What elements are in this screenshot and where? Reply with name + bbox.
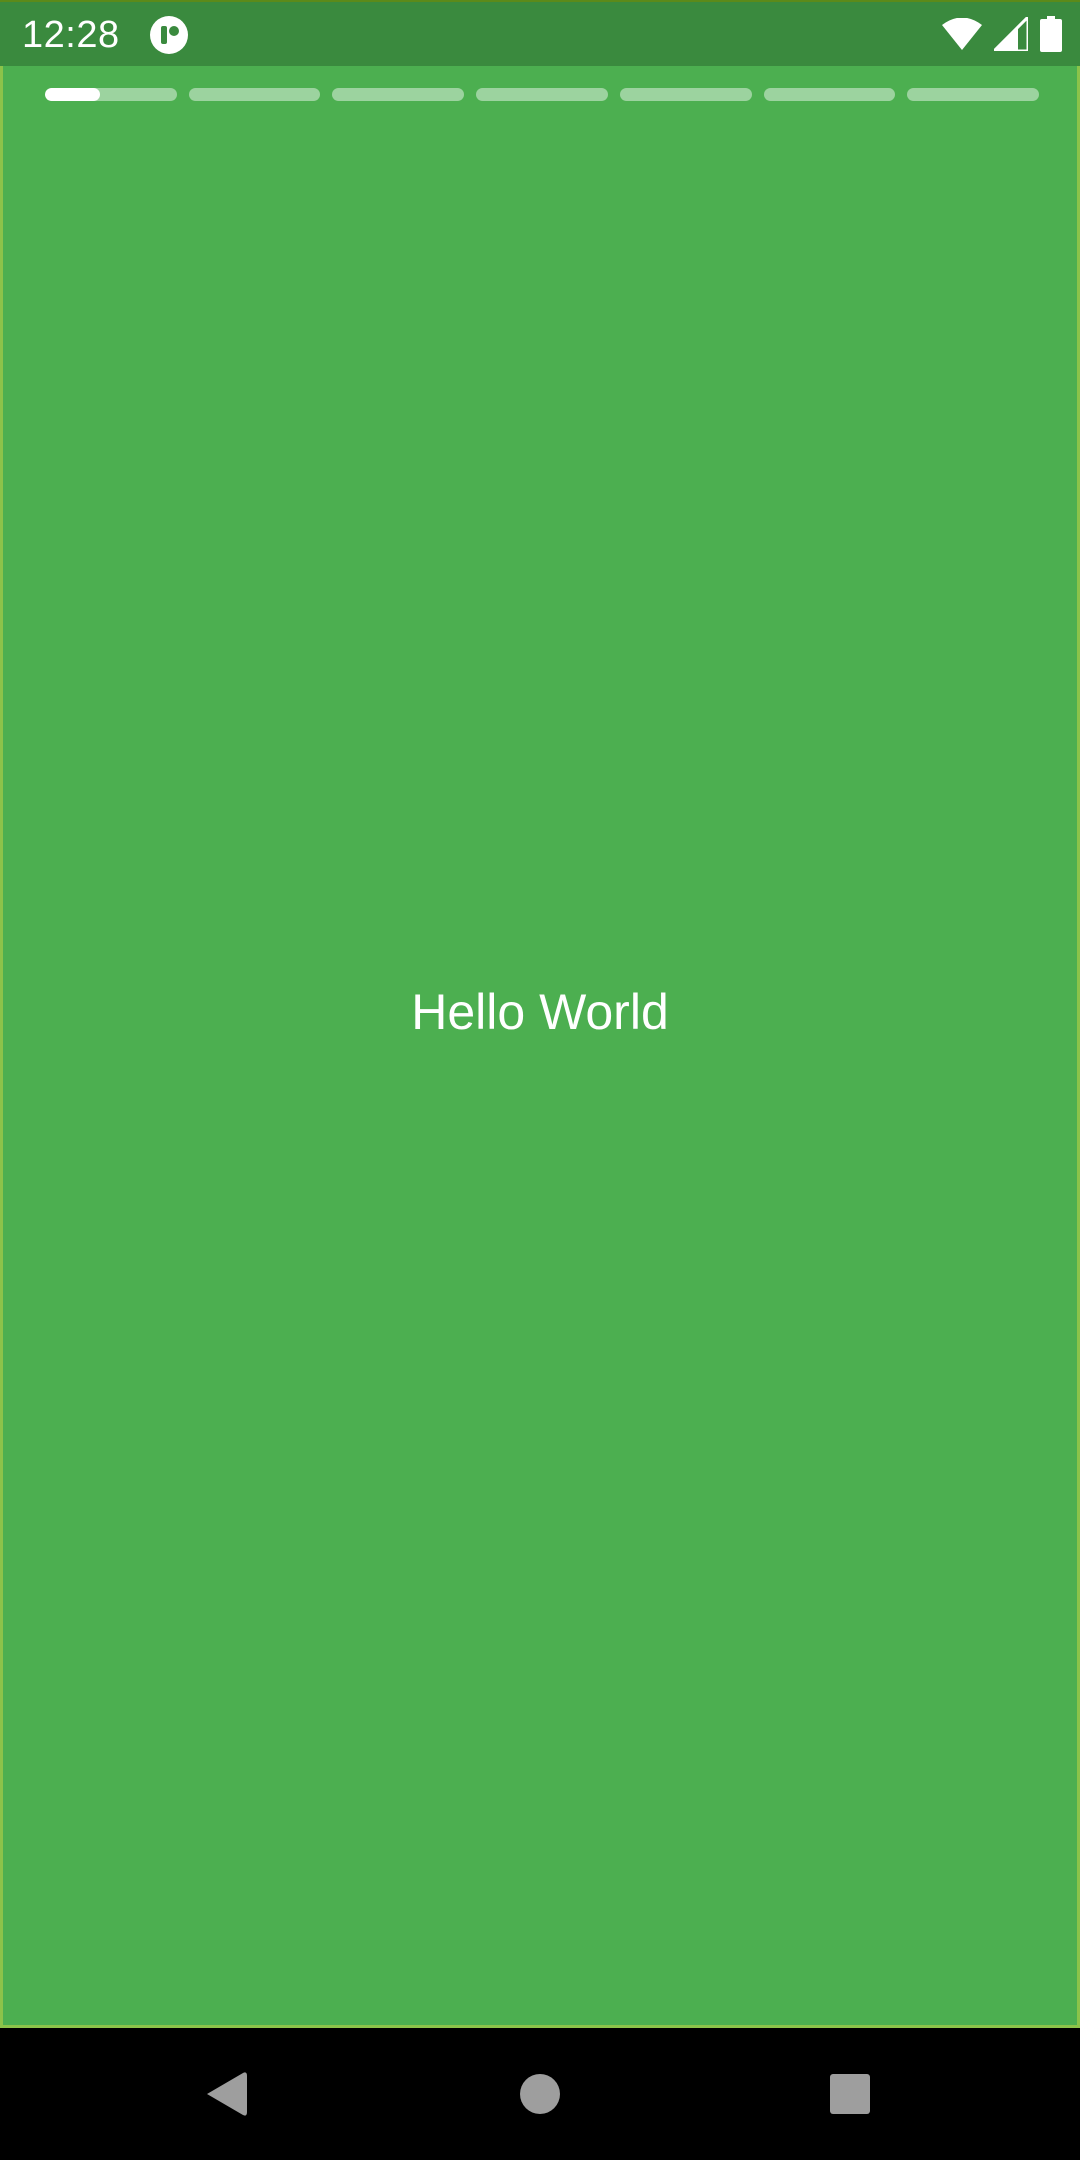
progress-segment [476,88,608,101]
story-view[interactable]: Hello World [0,66,1080,2028]
progress-segment-fill [45,88,101,101]
recents-button[interactable] [818,2062,882,2126]
progress-segment [763,88,896,101]
progress-segment [907,88,1040,101]
status-bar: 12:28 [0,0,1080,66]
story-text: Hello World [411,984,669,1040]
progress-segment [45,88,177,101]
story-progress-bar [45,88,1040,101]
app-notification-icon [150,16,188,54]
progress-segment [332,88,465,101]
status-time: 12:28 [22,14,120,56]
progress-segment [619,88,752,101]
home-button[interactable] [508,2062,572,2126]
cell-signal-icon [990,12,1030,56]
progress-segment [188,88,321,101]
wifi-icon [942,17,982,55]
phone-screen: 12:28 Hello World [0,0,1080,2160]
status-icons [942,12,1062,57]
battery-icon [1040,15,1062,57]
back-icon [207,2072,247,2116]
home-icon [520,2074,560,2114]
navigation-bar [0,2028,1080,2160]
back-button[interactable] [194,2062,258,2126]
recents-icon [830,2074,870,2114]
